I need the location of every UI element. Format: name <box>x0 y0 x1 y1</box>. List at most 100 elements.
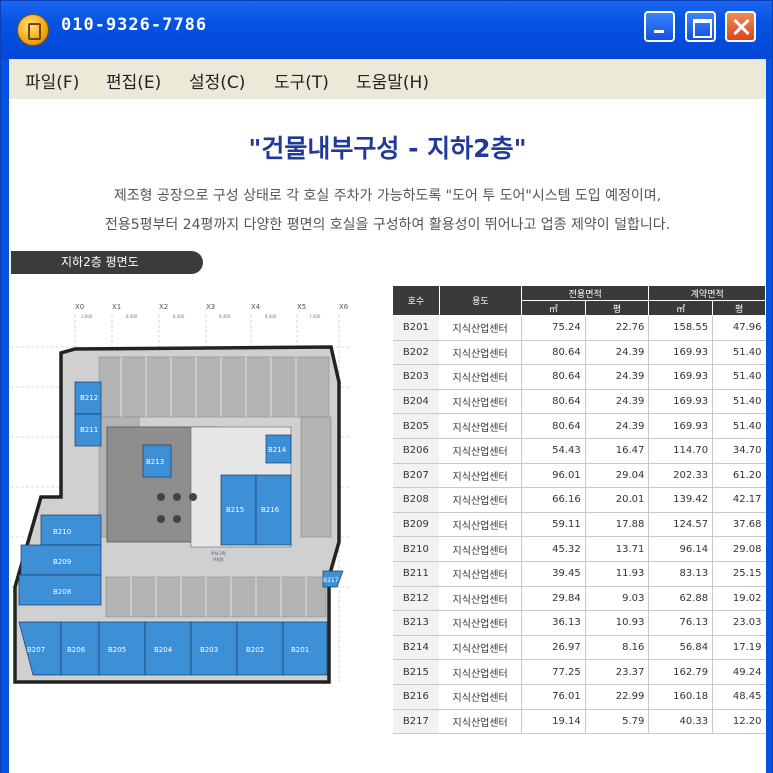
description-line-1: 제조형 공장으로 구성 상태로 각 호실 주차가 가능하도록 "도어 투 도어"… <box>113 188 662 204</box>
exclusive-sqm: 80.64 <box>521 413 586 439</box>
unit-label: B216 <box>261 506 280 514</box>
subheader-sqm: ㎡ <box>521 300 586 316</box>
table-row: B216 지식산업센터 76.01 22.99 160.18 48.45 <box>392 684 766 710</box>
contract-pyeong: 51.40 <box>712 340 766 366</box>
exclusive-sqm: 59.11 <box>521 512 586 538</box>
exclusive-sqm: 36.13 <box>521 610 586 636</box>
unit-label: B203 <box>200 646 218 654</box>
contract-pyeong: 51.40 <box>712 364 766 390</box>
page-heading: "건물내부구성 - 지하2층" <box>248 134 527 163</box>
unit-use: 지식산업센터 <box>439 389 523 415</box>
exclusive-sqm: 75.24 <box>521 315 586 341</box>
unit-use: 지식산업센터 <box>439 536 523 562</box>
unit-code: B205 <box>392 413 440 439</box>
grid-label-x6: X6 <box>339 303 349 311</box>
menu-settings[interactable]: 설정(C) <box>189 68 245 93</box>
unit-code: B213 <box>392 610 440 636</box>
table-row: B215 지식산업센터 77.25 23.37 162.79 49.24 <box>392 659 766 685</box>
contract-sqm: 169.93 <box>648 413 714 439</box>
menu-edit[interactable]: 편집(E) <box>106 68 161 93</box>
unit-code: B208 <box>392 487 440 513</box>
contract-pyeong: 17.19 <box>712 635 766 661</box>
unit-code: B204 <box>392 389 440 415</box>
exclusive-pyeong: 9.03 <box>585 586 650 612</box>
table-row: B208 지식산업센터 66.16 20.01 139.42 42.17 <box>392 487 766 513</box>
contract-sqm: 114.70 <box>648 438 714 464</box>
contract-pyeong: 51.40 <box>712 413 766 439</box>
unit-use: 지식산업센터 <box>439 709 523 735</box>
menu-file[interactable]: 파일(F) <box>25 68 79 93</box>
exclusive-pyeong: 24.39 <box>585 340 650 366</box>
grid-label-x0: X0 <box>75 303 84 311</box>
exclusive-pyeong: 5.79 <box>585 709 650 735</box>
unit-use: 지식산업센터 <box>439 610 523 636</box>
contract-pyeong: 42.17 <box>712 487 766 513</box>
subheader-sqm: ㎡ <box>648 300 714 316</box>
menu-tools[interactable]: 도구(T) <box>274 68 329 93</box>
exclusive-sqm: 96.01 <box>521 463 586 489</box>
exclusive-sqm: 76.01 <box>521 684 586 710</box>
grid-label-x5: X5 <box>297 303 306 311</box>
unit-code: B211 <box>392 561 440 587</box>
table-row: B217 지식산업센터 19.14 5.79 40.33 12.20 <box>392 709 766 735</box>
table-row: B214 지식산업센터 26.97 8.16 56.84 17.19 <box>392 635 766 661</box>
app-icon[interactable] <box>17 14 49 46</box>
unit-code: B209 <box>392 512 440 538</box>
window-title: 010-9326-7786 <box>61 15 208 35</box>
contract-sqm: 76.13 <box>648 610 714 636</box>
unit-use: 지식산업센터 <box>439 561 523 587</box>
contract-sqm: 96.14 <box>648 536 714 562</box>
dim-label: 8,400 <box>126 314 138 319</box>
exclusive-sqm: 39.45 <box>521 561 586 587</box>
contract-sqm: 40.33 <box>648 709 714 735</box>
parking-label-2: (차량) <box>213 556 224 562</box>
contract-pyeong: 23.03 <box>712 610 766 636</box>
exclusive-sqm: 29.84 <box>521 586 586 612</box>
unit-label: B207 <box>27 646 45 654</box>
exclusive-pyeong: 24.39 <box>585 413 650 439</box>
exclusive-pyeong: 29.04 <box>585 463 650 489</box>
maximize-button[interactable] <box>685 11 716 42</box>
table-row: B201 지식산업센터 75.24 22.76 158.55 47.96 <box>392 315 766 341</box>
table-row: B209 지식산업센터 59.11 17.88 124.57 37.68 <box>392 512 766 538</box>
unit-use: 지식산업센터 <box>439 586 523 612</box>
unit-label: B206 <box>67 646 86 654</box>
contract-pyeong: 34.70 <box>712 438 766 464</box>
exclusive-pyeong: 20.01 <box>585 487 650 513</box>
contract-sqm: 62.88 <box>648 586 714 612</box>
unit-use: 지식산업센터 <box>439 463 523 489</box>
subheader-pyeong: 평 <box>712 300 766 316</box>
title-bar[interactable]: 010-9326-7786 <box>1 1 772 59</box>
table-body: B201 지식산업센터 75.24 22.76 158.55 47.96 B202 지식산업센… <box>392 315 766 735</box>
table-row: B207 지식산업센터 96.01 29.04 202.33 61.20 <box>392 463 766 489</box>
close-button[interactable] <box>725 11 756 42</box>
contract-sqm: 56.84 <box>648 635 714 661</box>
table-row: B203 지식산업센터 80.64 24.39 169.93 51.40 <box>392 364 766 390</box>
unit-use: 지식산업센터 <box>439 315 523 341</box>
subheader-pyeong: 평 <box>584 300 650 316</box>
floor-plan: X0 X1 X2 X3 X4 X5 X6 3,600 8,400 8,400 8… <box>11 287 349 699</box>
table-row: B210 지식산업센터 45.32 13.71 96.14 29.08 <box>392 536 766 562</box>
table-row: B202 지식산업센터 80.64 24.39 169.93 51.40 <box>392 340 766 366</box>
table-row: B205 지식산업센터 80.64 24.39 169.93 51.40 <box>392 413 766 439</box>
unit-code: B214 <box>392 635 440 661</box>
exclusive-pyeong: 22.99 <box>585 684 650 710</box>
grid-label-x4: X4 <box>251 303 261 311</box>
col-header-exclusive: 전용면적 <box>521 285 650 301</box>
minimize-button[interactable] <box>644 11 675 42</box>
unit-code: B203 <box>392 364 440 390</box>
table-row: B204 지식산업센터 80.64 24.39 169.93 51.40 <box>392 389 766 415</box>
contract-sqm: 169.93 <box>648 340 714 366</box>
exclusive-pyeong: 24.39 <box>585 364 650 390</box>
exclusive-sqm: 54.43 <box>521 438 586 464</box>
unit-label: B217 <box>323 577 339 584</box>
contract-pyeong: 29.08 <box>712 536 766 562</box>
unit-label: B212 <box>80 394 98 402</box>
unit-code: B217 <box>392 709 440 735</box>
col-header-use: 용도 <box>438 285 523 316</box>
contract-sqm: 139.42 <box>648 487 714 513</box>
unit-label: B201 <box>291 646 309 654</box>
unit-area-table: 호수 용도 전용면적 계약면적 ㎡ 평 ㎡ 평 B201 지식산업센터 75.24 2… <box>392 285 766 735</box>
menu-help[interactable]: 도움말(H) <box>356 68 429 93</box>
unit-code: B201 <box>392 315 440 341</box>
